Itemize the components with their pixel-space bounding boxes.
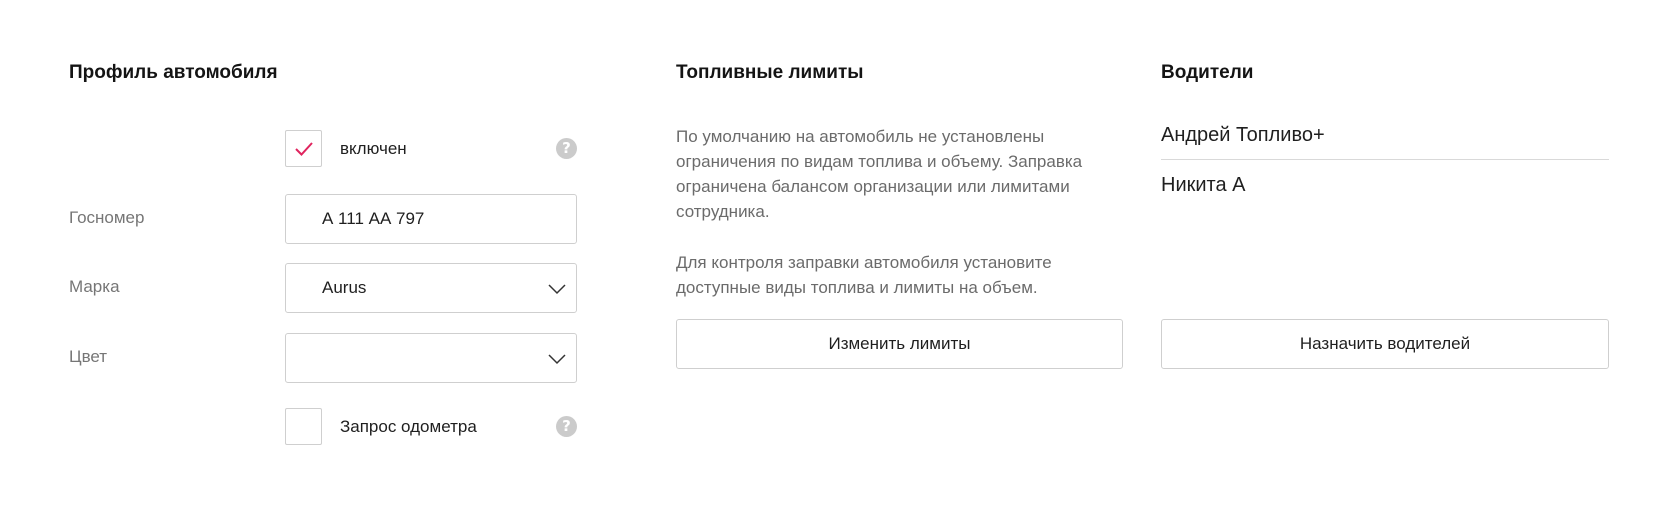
checkmark-icon <box>294 141 313 156</box>
chevron-down-icon <box>548 284 566 295</box>
assign-drivers-button[interactable]: Назначить водителей <box>1161 319 1609 369</box>
help-icon[interactable]: ? <box>556 138 577 159</box>
chevron-down-icon <box>548 354 566 365</box>
fuel-hint: Для контроля заправки автомобиля установ… <box>676 253 1052 297</box>
fuel-title: Топливные лимиты <box>676 62 864 83</box>
odometer-checkbox[interactable] <box>285 408 322 445</box>
change-limits-button[interactable]: Изменить лимиты <box>676 319 1123 369</box>
brand-value: Aurus <box>322 278 367 297</box>
enabled-checkbox[interactable] <box>285 130 322 167</box>
divider <box>1161 159 1609 160</box>
driver-item[interactable]: Андрей Топливо+ <box>1161 122 1325 148</box>
enabled-label: включен <box>340 139 407 158</box>
color-label: Цвет <box>69 347 108 366</box>
odometer-label: Запрос одометра <box>340 417 477 436</box>
brand-select[interactable]: Aurus <box>285 263 577 313</box>
driver-item[interactable]: Никита А <box>1161 172 1246 198</box>
plate-label: Госномер <box>69 208 145 227</box>
plate-input[interactable]: А 111 АА 797 <box>285 194 577 244</box>
help-icon[interactable]: ? <box>556 416 577 437</box>
plate-value: А 111 АА 797 <box>322 209 425 228</box>
fuel-description: По умолчанию на автомобиль не установлен… <box>676 127 1083 221</box>
drivers-title: Водители <box>1161 62 1254 83</box>
brand-label: Марка <box>69 277 120 296</box>
color-select[interactable] <box>285 333 577 383</box>
profile-title: Профиль автомобиля <box>69 62 278 83</box>
